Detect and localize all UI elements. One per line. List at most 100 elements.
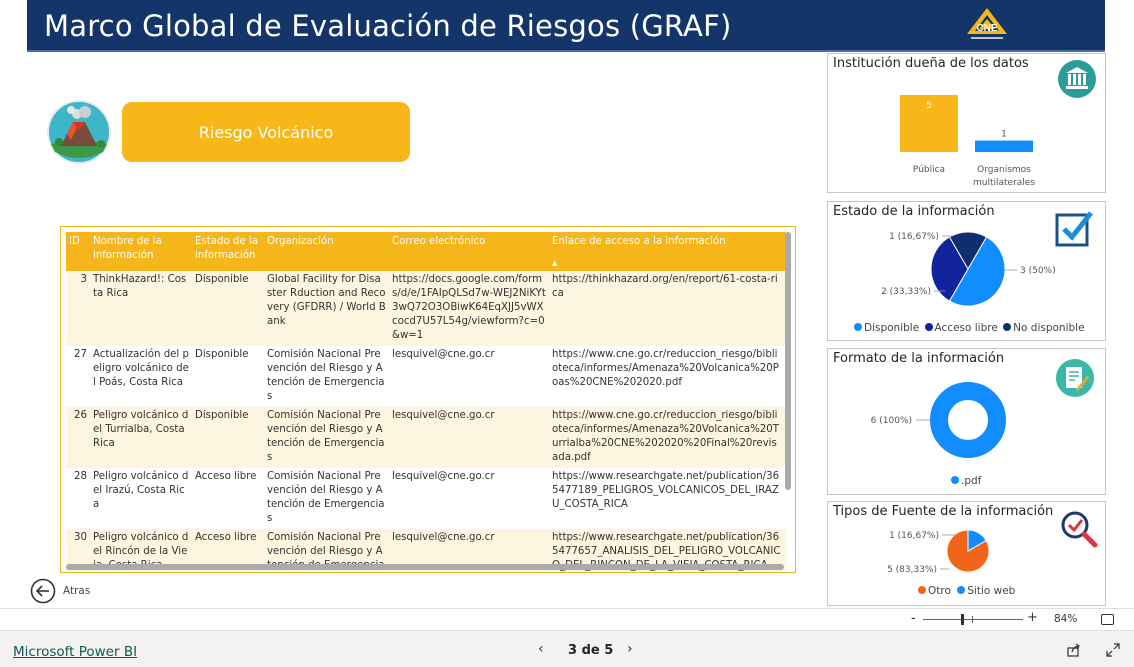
back-button[interactable]: Atras — [30, 578, 90, 604]
cell-enlace[interactable]: https://thinkhazard.org/en/report/61-cos… — [549, 271, 786, 346]
cell-nombre: Actualización del peligro volcánico del … — [90, 346, 192, 407]
slice-label-pdf: 6 (100%) — [871, 416, 912, 426]
cell-id: 28 — [66, 468, 90, 529]
pie-chart-estado: 3 (50%) 2 (33,33%) 1 (16,67%) — [881, 231, 1056, 307]
cne-logo: CNE — [965, 6, 1009, 44]
zoom-slider-thumb[interactable] — [961, 614, 964, 625]
share-icon[interactable] — [1067, 643, 1081, 657]
bar-organismos-multilaterales[interactable] — [975, 140, 1033, 152]
cell-organizacion: Global Facility for Disaster Rduction an… — [264, 271, 389, 346]
cell-organizacion: Comisión Nacional Prevención del Riesgo … — [264, 346, 389, 407]
bar-chart: 5 1 Pública Organismos multilaterales — [900, 95, 1035, 188]
card-formato: Formato de la información 6 (100%) .pdf — [827, 348, 1106, 495]
donut-slice-pdf[interactable] — [930, 382, 1006, 458]
legend-dot-sitio-web — [957, 586, 966, 594]
table-row[interactable]: 3 ThinkHazard!: Costa Rica Disponible Gl… — [66, 271, 786, 346]
cell-nombre: Peligro volcánico del Turrialba, Costa R… — [90, 407, 192, 468]
table-horizontal-scrollbar[interactable] — [66, 564, 784, 570]
table-vertical-scrollbar[interactable] — [785, 232, 791, 490]
slice-label-otro: 5 (83,33%) — [887, 565, 937, 575]
zoom-in-button[interactable]: + — [1027, 610, 1038, 625]
volcanic-risk-button[interactable]: Riesgo Volcánico — [122, 102, 410, 162]
legend-dot-pdf — [951, 476, 959, 484]
fullscreen-icon[interactable] — [1106, 643, 1120, 657]
page-indicator: 3 de 5 — [568, 643, 614, 658]
bar-category-label: multilaterales — [973, 178, 1035, 188]
slice-label-acceso-libre: 2 (33,33%) — [881, 287, 931, 297]
legend-label-sitio-web: Sitio web — [967, 585, 1016, 597]
bar-value-label: 1 — [1001, 130, 1007, 140]
cell-id: 27 — [66, 346, 90, 407]
legend-dot-acceso-libre — [924, 323, 933, 331]
cell-estado: Disponible — [192, 407, 264, 468]
legend-dot-otro — [918, 586, 926, 594]
volcano-icon — [47, 100, 111, 164]
slice-label-no-disponible: 1 (16,67%) — [889, 232, 939, 242]
cell-correo: lesquivel@cne.go.cr — [389, 346, 549, 407]
cell-id: 3 — [66, 271, 90, 346]
zoom-level: 84% — [1054, 613, 1078, 625]
table-row[interactable]: 28 Peligro volcánico del Irazú, Costa Ri… — [66, 468, 786, 529]
card-tipos: Tipos de Fuente de la información 5 (83,… — [827, 501, 1106, 606]
legend-item-no-disponible[interactable]: No disponible — [1003, 322, 1085, 334]
card-estado: Estado de la información 3 (50%) 2 (33,33… — [827, 201, 1106, 341]
cell-organizacion: Comisión Nacional Prevención del Riesgo … — [264, 407, 389, 468]
table-row[interactable]: 26 Peligro volcánico del Turrialba, Cost… — [66, 407, 786, 468]
cell-enlace[interactable]: https://www.researchgate.net/publication… — [549, 468, 786, 529]
back-label: Atras — [63, 585, 91, 597]
legend-item-pdf[interactable]: .pdf — [951, 475, 981, 487]
cell-correo: https://docs.google.com/forms/d/e/1FAIpQ… — [389, 271, 549, 346]
cell-estado: Acceso libre — [192, 468, 264, 529]
column-header-id[interactable]: ID — [66, 232, 90, 271]
volcanic-risk-label: Riesgo Volcánico — [198, 122, 334, 142]
column-header-nombre[interactable]: Nombre de la información — [90, 232, 192, 271]
legend-label-acceso-libre: Acceso libre — [934, 322, 998, 334]
column-header-enlace[interactable]: Enlace de acceso a la información ▲ — [549, 232, 786, 271]
zoom-out-button[interactable]: - — [911, 611, 916, 626]
power-bi-link[interactable]: Microsoft Power BI — [13, 644, 137, 660]
card-institucion: Institución dueña de los datos 5 1 Pública… — [827, 53, 1106, 193]
zoom-slider-track[interactable] — [923, 619, 1023, 620]
cne-logo-text: CNE — [976, 23, 997, 34]
legend-tipos: Otro Sitio web — [918, 585, 1015, 597]
cell-enlace[interactable]: https://www.cne.go.cr/reduccion_riesgo/b… — [549, 346, 786, 407]
bar-value-label: 5 — [926, 101, 932, 111]
cell-correo: lesquivel@cne.go.cr — [389, 407, 549, 468]
cell-enlace[interactable]: https://www.cne.go.cr/reduccion_riesgo/b… — [549, 407, 786, 468]
slice-label-disponible: 3 (50%) — [1020, 266, 1056, 276]
data-table-visual: ID Nombre de la información Estado de la… — [60, 226, 796, 573]
legend-dot-no-disponible — [1003, 323, 1012, 331]
legend-label-pdf: .pdf — [961, 475, 982, 487]
legend-formato: .pdf — [951, 475, 981, 487]
sort-ascending-icon: ▲ — [552, 259, 558, 267]
fit-to-page-icon[interactable] — [1101, 614, 1114, 625]
cell-organizacion: Comisión Nacional Prevención del Riesgo … — [264, 468, 389, 529]
legend-label-no-disponible: No disponible — [1013, 322, 1085, 334]
slice-label-sitio-web: 1 (16,67%) — [889, 531, 939, 541]
column-header-organizacion[interactable]: Organización — [264, 232, 389, 271]
legend-label-otro: Otro — [928, 585, 951, 597]
page-title: Marco Global de Evaluación de Riesgos (G… — [44, 9, 732, 43]
column-header-enlace-label: Enlace de acceso a la información — [552, 236, 726, 247]
bar-category-label: Organismos — [977, 165, 1031, 175]
legend-dot-disponible — [854, 323, 862, 331]
cell-id: 26 — [66, 407, 90, 468]
legend-item-acceso-libre[interactable]: Acceso libre — [924, 322, 998, 334]
cell-estado: Disponible — [192, 346, 264, 407]
bar-category-label: Pública — [913, 165, 945, 175]
legend-item-sitio-web[interactable]: Sitio web — [957, 585, 1015, 597]
column-header-correo[interactable]: Correo electrónico — [389, 232, 549, 271]
table-row[interactable]: 27 Actualización del peligro volcánico d… — [66, 346, 786, 407]
cell-correo: lesquivel@cne.go.cr — [389, 468, 549, 529]
previous-page-button[interactable]: ‹ — [538, 641, 544, 657]
next-page-button[interactable]: › — [627, 641, 633, 657]
legend-item-disponible[interactable]: Disponible — [854, 322, 919, 334]
column-header-estado[interactable]: Estado de la información — [192, 232, 264, 271]
zoom-slider-tick — [972, 616, 973, 623]
donut-chart-formato: 6 (100%) — [871, 382, 1006, 458]
cell-nombre: Peligro volcánico del Irazú, Costa Rica — [90, 468, 192, 529]
legend-item-otro[interactable]: Otro — [918, 585, 951, 597]
cell-nombre: ThinkHazard!: Costa Rica — [90, 271, 192, 346]
report-header: Marco Global de Evaluación de Riesgos (G… — [27, 0, 1105, 52]
data-table: ID Nombre de la información Estado de la… — [66, 232, 786, 572]
